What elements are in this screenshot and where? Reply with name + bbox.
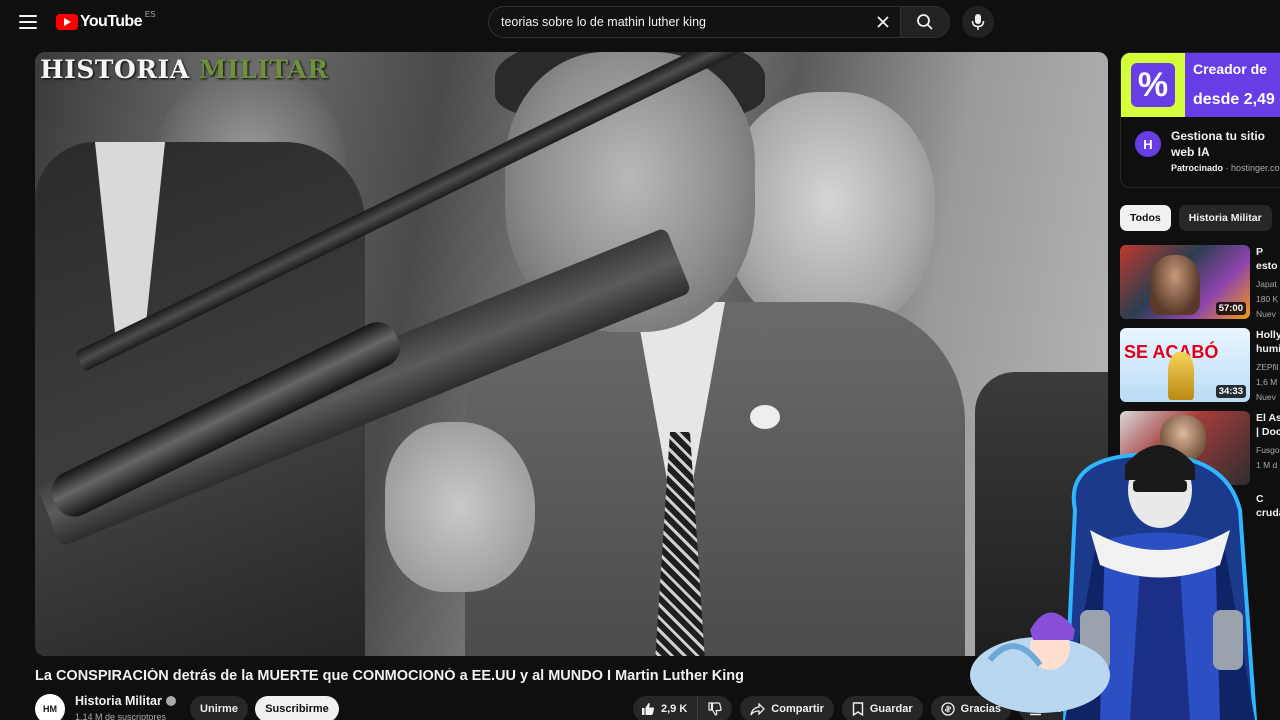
watermark-part2: MILITAR [198,55,329,84]
mic-icon [971,14,985,30]
duration-badge: 57:00 [1215,302,1246,315]
thanks-icon [941,702,955,716]
logo-text: YouTube [80,13,142,30]
clear-icon[interactable] [876,15,890,29]
share-button[interactable]: Compartir [740,696,834,720]
ad-headline: Creador de [1193,61,1267,77]
rec-title-line: humi [1256,343,1280,355]
ad-domain: hostinger.co [1231,163,1280,173]
rec-title: Holly humi [1256,328,1280,356]
watermark-part1: HISTORIA [40,55,199,84]
channel-watermark: HISTORIA MILITAR [40,55,328,84]
rec-channel: ZEPfil [1256,362,1279,372]
ad-sponsored-line: Patrocinado · hostinger.co [1171,163,1280,173]
join-button[interactable]: Unirme [190,696,248,720]
percent-icon: % [1131,63,1175,107]
rec-views: 180 K [1256,294,1279,304]
rec-title: Pesto [1256,245,1280,273]
video-frame-figure [385,422,535,592]
dislike-button[interactable] [698,696,733,720]
video-thumbnail[interactable]: SE ACABÓ 34:33 [1120,328,1250,402]
like-count: 2,9 K [661,703,688,715]
thumb-down-icon [708,702,722,716]
share-icon [750,702,766,716]
sponsored-ad-card[interactable]: % Creador de desde 2,49 H Gestiona tu si… [1120,52,1280,188]
list-item[interactable]: 57:00 Pesto Japat 180 K Nuev [1120,245,1280,319]
video-frame-figure [725,92,935,332]
rec-views: 1,6 M [1256,377,1278,387]
youtube-logo[interactable]: YouTube ES [56,9,156,32]
channel-name[interactable]: Historia Militar [75,694,176,708]
advertiser-icon: H [1135,131,1161,157]
channel-row: HM Historia Militar 1,14 M de suscriptor… [35,694,1112,720]
rec-title-line: El As [1256,412,1280,424]
like-button[interactable]: 2,9 K [633,696,699,720]
duration-badge: 34:33 [1215,385,1246,398]
video-thumbnail[interactable]: 57:00 [1120,245,1250,319]
video-title: La CONSPIRACIÓN detrás de la MUERTE que … [35,668,744,684]
oscar-statue-icon [1168,352,1194,400]
voice-search-button[interactable] [962,6,994,38]
save-label: Guardar [869,703,913,715]
ad-logo: % [1121,53,1185,117]
search-box [488,6,900,38]
bookmark-icon [852,702,864,716]
like-dislike-group: 2,9 K [633,696,733,720]
list-item[interactable]: SE ACABÓ 34:33 Holly humi ZEPfil 1,6 M Nu… [1120,328,1280,402]
ad-price: desde 2,49 [1193,91,1275,108]
video-frame-figure [750,405,780,429]
ad-banner: % Creador de desde 2,49 [1121,53,1280,117]
rec-badge: Nuev [1256,392,1276,402]
thumb-up-icon [642,703,655,715]
search-button[interactable] [900,6,950,38]
rec-badge: Nuev [1256,309,1276,319]
video-player[interactable]: HISTORIA MILITAR [35,52,1108,656]
channel-avatar[interactable]: HM [35,694,65,720]
save-button[interactable]: Guardar [841,696,923,720]
streamer-avatar-overlay [970,445,1258,720]
verified-icon [165,696,176,706]
ad-description: Gestiona tu sitio web IA [1171,129,1266,159]
rec-channel: Japat [1256,279,1277,289]
filter-chips: Todos Historia Militar [1120,205,1272,231]
search-input[interactable] [501,15,871,29]
chip-historia-militar[interactable]: Historia Militar [1178,205,1272,231]
chip-todos[interactable]: Todos [1120,205,1171,231]
country-code: ES [144,9,156,19]
search-icon [917,14,933,30]
top-bar: YouTube ES [0,0,1280,44]
subscriber-count: 1,14 M de suscriptores [75,712,167,720]
share-label: Compartir [771,703,824,715]
rec-title-line: Holly [1256,329,1280,341]
rec-title-line: P [1256,246,1264,258]
subscribe-button[interactable]: Suscribirme [255,696,339,720]
rec-title-line: esto [1256,260,1278,272]
channel-name-text: Historia Militar [75,694,162,708]
menu-icon[interactable] [16,12,40,32]
search-bar [488,6,950,38]
youtube-logo-icon [56,14,78,30]
sponsored-label: Patrocinado [1171,163,1224,173]
